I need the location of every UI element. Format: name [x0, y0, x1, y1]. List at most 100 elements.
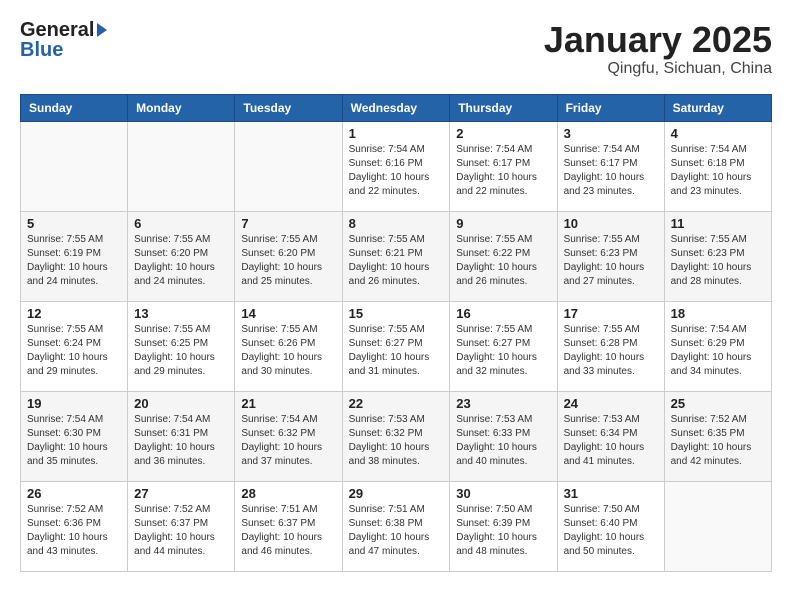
- day-info: Sunrise: 7:54 AM Sunset: 6:18 PM Dayligh…: [671, 143, 765, 199]
- day-number: 7: [241, 216, 335, 231]
- header-wednesday: Wednesday: [342, 94, 450, 121]
- day-info: Sunrise: 7:55 AM Sunset: 6:20 PM Dayligh…: [134, 233, 228, 289]
- calendar-cell: 1 Sunrise: 7:54 AM Sunset: 6:16 PM Daylig…: [342, 121, 450, 211]
- logo: General Blue: [20, 20, 107, 60]
- calendar-cell: 2 Sunrise: 7:54 AM Sunset: 6:17 PM Daylig…: [450, 121, 557, 211]
- calendar-cell: 30Sunrise: 7:50 AM Sunset: 6:39 PM Dayli…: [450, 481, 557, 571]
- day-number: 10: [564, 216, 658, 231]
- day-info: Sunrise: 7:51 AM Sunset: 6:38 PM Dayligh…: [349, 503, 444, 559]
- calendar-cell: 13 Sunrise: 7:55 AM Sunset: 6:25 PM Dayli…: [128, 301, 235, 391]
- day-number: 30: [456, 486, 550, 501]
- calendar-cell: 28 Sunrise: 7:51 AM Sunset: 6:37 PM Dayli…: [235, 481, 342, 571]
- day-number: 31: [564, 486, 658, 501]
- day-number: 9: [456, 216, 550, 231]
- calendar-cell: 27Sunrise: 7:52 AM Sunset: 6:37 PM Dayli…: [128, 481, 235, 571]
- week-row-1: 5Sunrise: 7:55 AM Sunset: 6:19 PM Daylig…: [21, 211, 772, 301]
- day-number: 19: [27, 396, 121, 411]
- day-info: Sunrise: 7:55 AM Sunset: 6:19 PM Dayligh…: [27, 233, 121, 289]
- day-info: Sunrise: 7:55 AM Sunset: 6:24 PM Dayligh…: [27, 323, 121, 379]
- day-number: 11: [671, 216, 765, 231]
- month-title: January 2025: [544, 20, 772, 60]
- calendar-cell: [128, 121, 235, 211]
- day-info: Sunrise: 7:55 AM Sunset: 6:23 PM Dayligh…: [564, 233, 658, 289]
- calendar-cell: [21, 121, 128, 211]
- logo-general: General: [20, 20, 94, 40]
- day-info: Sunrise: 7:55 AM Sunset: 6:26 PM Dayligh…: [241, 323, 335, 379]
- calendar-cell: 24 Sunrise: 7:53 AM Sunset: 6:34 PM Dayli…: [557, 391, 664, 481]
- day-number: 24: [564, 396, 658, 411]
- day-number: 28: [241, 486, 335, 501]
- day-info: Sunrise: 7:54 AM Sunset: 6:17 PM Dayligh…: [564, 143, 658, 199]
- location-title: Qingfu, Sichuan, China: [544, 60, 772, 78]
- day-info: Sunrise: 7:54 AM Sunset: 6:17 PM Dayligh…: [456, 143, 550, 199]
- calendar-cell: 19 Sunrise: 7:54 AM Sunset: 6:30 PM Dayli…: [21, 391, 128, 481]
- day-info: Sunrise: 7:55 AM Sunset: 6:28 PM Dayligh…: [564, 323, 658, 379]
- calendar-cell: 23 Sunrise: 7:53 AM Sunset: 6:33 PM Dayli…: [450, 391, 557, 481]
- day-number: 8: [349, 216, 444, 231]
- day-info: Sunrise: 7:55 AM Sunset: 6:27 PM Dayligh…: [456, 323, 550, 379]
- calendar-cell: 12 Sunrise: 7:55 AM Sunset: 6:24 PM Dayli…: [21, 301, 128, 391]
- day-info: Sunrise: 7:50 AM Sunset: 6:40 PM Dayligh…: [564, 503, 658, 559]
- day-number: 4: [671, 126, 765, 141]
- day-info: Sunrise: 7:55 AM Sunset: 6:23 PM Dayligh…: [671, 233, 765, 289]
- calendar-cell: 16 Sunrise: 7:55 AM Sunset: 6:27 PM Dayli…: [450, 301, 557, 391]
- day-info: Sunrise: 7:53 AM Sunset: 6:33 PM Dayligh…: [456, 413, 550, 469]
- day-number: 12: [27, 306, 121, 321]
- calendar-table: Sunday Monday Tuesday Wednesday Thursday…: [20, 94, 772, 572]
- logo-triangle-icon: [97, 23, 107, 37]
- day-info: Sunrise: 7:55 AM Sunset: 6:25 PM Dayligh…: [134, 323, 228, 379]
- header-friday: Friday: [557, 94, 664, 121]
- calendar-cell: 5Sunrise: 7:55 AM Sunset: 6:19 PM Daylig…: [21, 211, 128, 301]
- week-row-3: 19 Sunrise: 7:54 AM Sunset: 6:30 PM Dayli…: [21, 391, 772, 481]
- calendar-cell: 29 Sunrise: 7:51 AM Sunset: 6:38 PM Dayli…: [342, 481, 450, 571]
- day-info: Sunrise: 7:54 AM Sunset: 6:30 PM Dayligh…: [27, 413, 121, 469]
- day-number: 23: [456, 396, 550, 411]
- day-number: 26: [27, 486, 121, 501]
- header-saturday: Saturday: [664, 94, 771, 121]
- day-info: Sunrise: 7:52 AM Sunset: 6:36 PM Dayligh…: [27, 503, 121, 559]
- calendar-cell: 31 Sunrise: 7:50 AM Sunset: 6:40 PM Dayli…: [557, 481, 664, 571]
- page-header: General Blue January 2025 Qingfu, Sichua…: [20, 20, 772, 78]
- logo-blue: Blue: [20, 39, 63, 61]
- day-number: 2: [456, 126, 550, 141]
- day-info: Sunrise: 7:55 AM Sunset: 6:20 PM Dayligh…: [241, 233, 335, 289]
- day-info: Sunrise: 7:53 AM Sunset: 6:32 PM Dayligh…: [349, 413, 444, 469]
- header-sunday: Sunday: [21, 94, 128, 121]
- day-info: Sunrise: 7:51 AM Sunset: 6:37 PM Dayligh…: [241, 503, 335, 559]
- day-number: 13: [134, 306, 228, 321]
- day-info: Sunrise: 7:55 AM Sunset: 6:22 PM Dayligh…: [456, 233, 550, 289]
- day-info: Sunrise: 7:55 AM Sunset: 6:27 PM Dayligh…: [349, 323, 444, 379]
- day-number: 21: [241, 396, 335, 411]
- day-number: 15: [349, 306, 444, 321]
- day-number: 17: [564, 306, 658, 321]
- day-info: Sunrise: 7:53 AM Sunset: 6:34 PM Dayligh…: [564, 413, 658, 469]
- day-info: Sunrise: 7:54 AM Sunset: 6:16 PM Dayligh…: [349, 143, 444, 199]
- calendar-cell: 15 Sunrise: 7:55 AM Sunset: 6:27 PM Dayli…: [342, 301, 450, 391]
- title-block: January 2025 Qingfu, Sichuan, China: [544, 20, 772, 78]
- header-tuesday: Tuesday: [235, 94, 342, 121]
- day-number: 16: [456, 306, 550, 321]
- header-monday: Monday: [128, 94, 235, 121]
- calendar-cell: 22 Sunrise: 7:53 AM Sunset: 6:32 PM Dayli…: [342, 391, 450, 481]
- day-number: 1: [349, 126, 444, 141]
- calendar-cell: 7 Sunrise: 7:55 AM Sunset: 6:20 PM Daylig…: [235, 211, 342, 301]
- day-number: 25: [671, 396, 765, 411]
- day-number: 22: [349, 396, 444, 411]
- calendar-cell: 14Sunrise: 7:55 AM Sunset: 6:26 PM Dayli…: [235, 301, 342, 391]
- week-row-0: 1 Sunrise: 7:54 AM Sunset: 6:16 PM Daylig…: [21, 121, 772, 211]
- day-info: Sunrise: 7:54 AM Sunset: 6:31 PM Dayligh…: [134, 413, 228, 469]
- calendar-cell: 18Sunrise: 7:54 AM Sunset: 6:29 PM Dayli…: [664, 301, 771, 391]
- week-row-4: 26 Sunrise: 7:52 AM Sunset: 6:36 PM Dayli…: [21, 481, 772, 571]
- calendar-cell: 4 Sunrise: 7:54 AM Sunset: 6:18 PM Daylig…: [664, 121, 771, 211]
- day-info: Sunrise: 7:55 AM Sunset: 6:21 PM Dayligh…: [349, 233, 444, 289]
- calendar-cell: 6Sunrise: 7:55 AM Sunset: 6:20 PM Daylig…: [128, 211, 235, 301]
- day-info: Sunrise: 7:52 AM Sunset: 6:37 PM Dayligh…: [134, 503, 228, 559]
- calendar-cell: 25 Sunrise: 7:52 AM Sunset: 6:35 PM Dayli…: [664, 391, 771, 481]
- week-row-2: 12 Sunrise: 7:55 AM Sunset: 6:24 PM Dayli…: [21, 301, 772, 391]
- calendar-cell: 9 Sunrise: 7:55 AM Sunset: 6:22 PM Daylig…: [450, 211, 557, 301]
- day-number: 3: [564, 126, 658, 141]
- day-info: Sunrise: 7:52 AM Sunset: 6:35 PM Dayligh…: [671, 413, 765, 469]
- calendar-cell: 26 Sunrise: 7:52 AM Sunset: 6:36 PM Dayli…: [21, 481, 128, 571]
- calendar-cell: 21Sunrise: 7:54 AM Sunset: 6:32 PM Dayli…: [235, 391, 342, 481]
- day-number: 29: [349, 486, 444, 501]
